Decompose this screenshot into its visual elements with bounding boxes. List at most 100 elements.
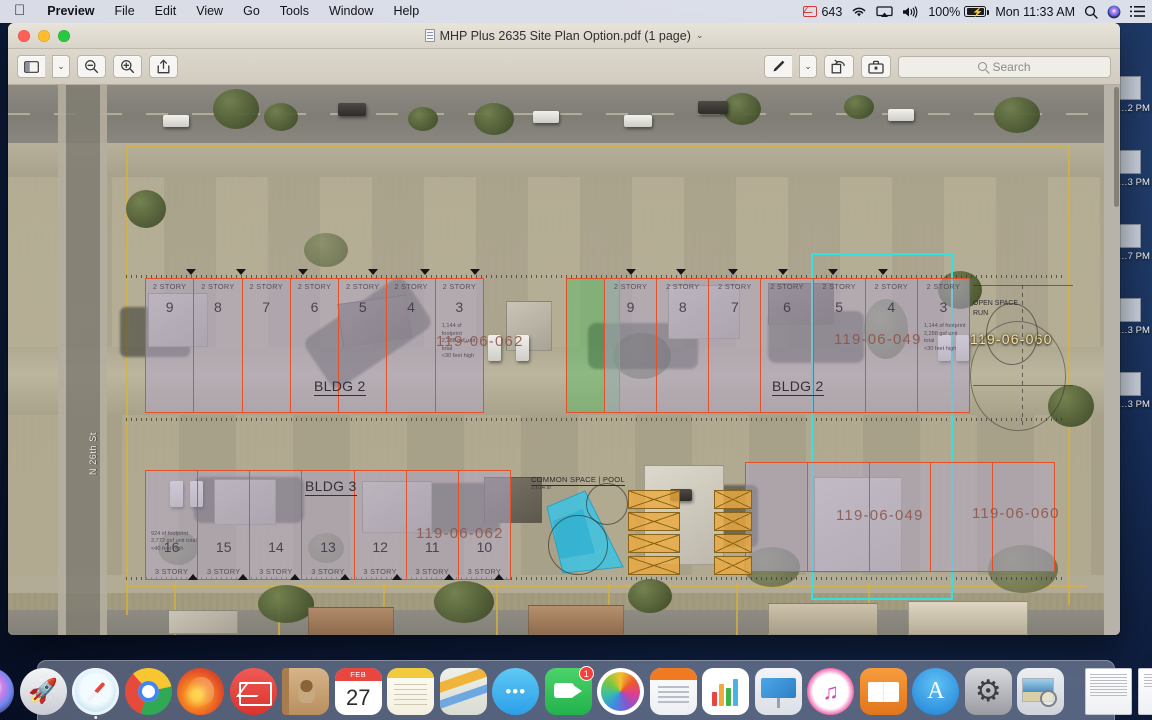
unit-cell[interactable]: 14 3 STORY (250, 471, 303, 579)
dock-item-firefox[interactable] (177, 668, 225, 715)
entry-arrow (368, 269, 378, 275)
unit-cell[interactable]: 16 924 sf footprint 2,772 gsf unit total… (146, 471, 199, 579)
unit-number: 12 (372, 539, 388, 555)
menu-file[interactable]: File (105, 2, 145, 21)
dock-item-siri[interactable] (0, 668, 15, 715)
unit-cell[interactable]: 12 3 STORY (355, 471, 407, 579)
unit-cell[interactable]: 2 STORY 7 (709, 279, 762, 412)
dock-item-facetime[interactable]: 1 (544, 666, 594, 715)
dock-item-maps[interactable] (439, 668, 487, 715)
numbers-bar (733, 679, 739, 706)
unit-number: 3 (455, 299, 464, 315)
dock-item-messages[interactable] (492, 668, 540, 715)
dock-item-photos[interactable] (597, 668, 645, 715)
clock[interactable]: Mon 11:33 AM (995, 5, 1075, 19)
dock-item-notes[interactable] (387, 668, 435, 715)
zoom-out-icon (85, 60, 99, 74)
unit-cell[interactable]: 2 STORY 8 (194, 279, 243, 412)
unit-cell[interactable]: 2 STORY 9 (146, 279, 195, 412)
dock-item-keynote[interactable] (754, 668, 802, 715)
sidebar-options-button[interactable]: ⌄ (52, 55, 70, 78)
dock-item-app-store[interactable] (912, 668, 960, 715)
siri-menu-icon[interactable] (1107, 5, 1121, 19)
mail-unread-status[interactable]: 643 (803, 5, 842, 19)
battery-status[interactable]: 100% ⚡ (928, 4, 989, 19)
entry-arrow (728, 269, 738, 275)
wifi-icon[interactable] (851, 6, 867, 18)
unit-cell[interactable] (746, 463, 808, 571)
dock-item-chrome[interactable] (124, 668, 172, 715)
unit-number: 14 (268, 539, 284, 555)
zoom-out-button[interactable] (77, 55, 106, 78)
dock[interactable]: FEB 27 1 PDF (0, 660, 1152, 720)
close-button[interactable] (18, 29, 30, 42)
dock-item-system-preferences[interactable] (964, 668, 1012, 715)
entry-arrow (470, 269, 480, 275)
markup-toolbar-button[interactable] (861, 55, 891, 78)
unit-cell[interactable]: 2 STORY 4 (387, 279, 436, 412)
dock-item-ibooks[interactable] (859, 668, 907, 715)
dock-item-pdf-file[interactable]: PDF (1137, 668, 1152, 715)
notification-center-icon[interactable] (1130, 5, 1145, 18)
unit-story-label: 2 STORY (665, 282, 700, 291)
tree (628, 579, 672, 613)
spotlight-search-icon[interactable] (1084, 5, 1098, 19)
menu-help[interactable]: Help (383, 2, 429, 21)
zoom-button[interactable] (58, 29, 70, 42)
entry-arrow (444, 574, 454, 580)
battery-percent-label: 100% (928, 4, 961, 19)
dock-item-numbers[interactable] (702, 668, 750, 715)
search-field[interactable]: Search (898, 55, 1111, 78)
airplay-icon[interactable] (876, 5, 893, 18)
pdf-page-area[interactable]: N 26th St 2 STORY 9 2 STORY 8 2 STORY 7 … (8, 85, 1120, 635)
unit-number: 5 (835, 299, 844, 315)
dock-item-launchpad[interactable] (19, 668, 67, 715)
preview-window[interactable]: MHP Plus 2635 Site Plan Option.pdf (1 pa… (8, 23, 1120, 635)
unit-cell[interactable]: 2 STORY 3 1,144 sf footprint 2,288 gsf u… (918, 279, 969, 412)
menu-go[interactable]: Go (233, 2, 270, 21)
car (533, 111, 559, 123)
markup-options-button[interactable]: ⌄ (799, 55, 817, 78)
zoom-in-button[interactable] (113, 55, 142, 78)
apn-label-bldg2-west: 119-06-062 (436, 333, 524, 350)
dock-item-calendar[interactable]: FEB 27 (334, 668, 382, 715)
dock-item-documents[interactable] (1085, 668, 1133, 715)
unit-cell[interactable]: 2 STORY 7 (243, 279, 291, 412)
window-title-bar[interactable]: MHP Plus 2635 Site Plan Option.pdf (1 pa… (8, 23, 1120, 49)
dock-item-pages[interactable] (649, 668, 697, 715)
rotate-button[interactable] (824, 55, 854, 78)
unit-story-label: 2 STORY (152, 282, 187, 291)
apple-menu-icon[interactable]:  (0, 3, 37, 18)
dock-item-preview[interactable] (1017, 668, 1065, 715)
menu-tools[interactable]: Tools (270, 2, 319, 21)
tree (213, 89, 259, 129)
parcel-line (1068, 145, 1070, 605)
parking-stall (628, 490, 680, 509)
unit-cell[interactable]: 2 STORY 8 (657, 279, 710, 412)
volume-icon[interactable] (902, 5, 919, 18)
parking-stall (714, 534, 752, 553)
title-chevron-down-icon[interactable]: ⌄ (696, 30, 704, 41)
unit-story-label: 2 STORY (346, 282, 380, 291)
menu-view[interactable]: View (186, 2, 233, 21)
dock-item-contacts[interactable] (282, 668, 330, 715)
menu-preview[interactable]: Preview (37, 2, 104, 21)
menu-edit[interactable]: Edit (145, 2, 187, 21)
parking-stall (628, 512, 680, 531)
unit-story-label: 2 STORY (718, 282, 752, 291)
unit-cell[interactable]: 2 STORY 9 (605, 279, 658, 412)
sidebar-toggle-button[interactable] (17, 55, 45, 78)
dock-item-mail[interactable] (229, 668, 277, 715)
tree (844, 95, 874, 119)
share-button[interactable] (149, 55, 178, 78)
markup-button[interactable] (764, 55, 792, 78)
rooftop (168, 610, 238, 634)
street-name-label: N 26th St (88, 432, 98, 475)
dock-item-safari[interactable] (72, 668, 120, 719)
minimize-button[interactable] (38, 29, 50, 42)
rotate-icon (831, 59, 845, 74)
dock-item-itunes[interactable] (807, 668, 855, 715)
menu-window[interactable]: Window (319, 2, 383, 21)
vertical-scrollbar[interactable] (1114, 87, 1119, 207)
unit-cell[interactable]: 15 3 STORY (198, 471, 251, 579)
